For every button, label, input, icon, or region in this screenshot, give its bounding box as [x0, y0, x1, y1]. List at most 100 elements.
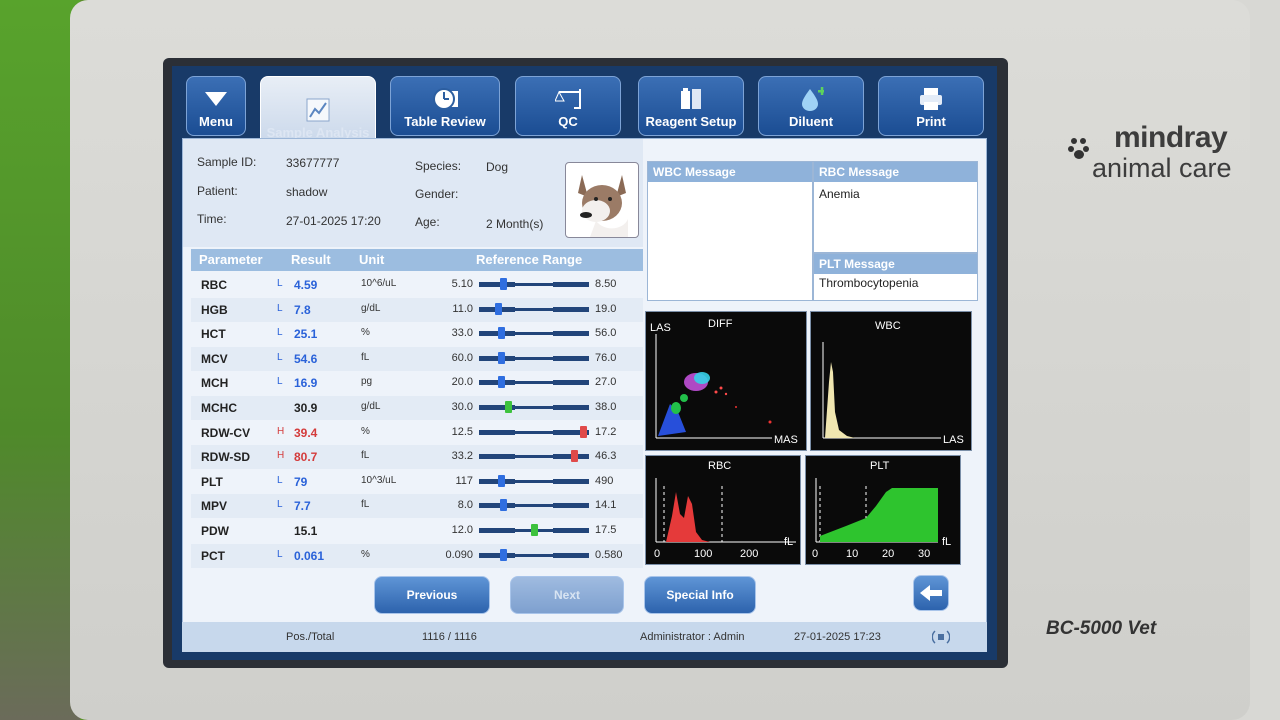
tab-qc[interactable]: QC: [515, 76, 621, 136]
table-row[interactable]: MCV L 54.6 fL 60.0 76.0: [191, 346, 643, 371]
unit: %: [361, 327, 370, 339]
table-row[interactable]: MCHC 30.9 g/dL 30.0 38.0: [191, 396, 643, 420]
age-value: 2 Month(s): [486, 217, 544, 231]
menu-label: Menu: [199, 114, 233, 129]
flag: L: [277, 327, 283, 339]
previous-button[interactable]: Previous: [374, 576, 490, 614]
gender-label: Gender:: [415, 187, 459, 201]
param-name: MCV: [201, 351, 228, 366]
range-low: 20.0: [451, 376, 473, 389]
table-row[interactable]: MPV L 7.7 fL 8.0 14.1: [191, 494, 643, 519]
drop-icon: [798, 87, 824, 111]
range-low: 12.0: [451, 524, 473, 536]
flag: L: [277, 548, 283, 560]
back-button[interactable]: [913, 575, 949, 611]
printer-icon: [918, 88, 944, 110]
range-marker: [505, 401, 512, 413]
unit: fL: [361, 499, 370, 511]
range-high: 38.0: [595, 401, 617, 413]
rbc-message-box: RBC Message Anemia: [813, 161, 978, 253]
rbc-tick-100: 100: [694, 548, 713, 560]
network-icon: [932, 630, 950, 644]
diluent-label: Diluent: [788, 114, 834, 129]
species-label: Species:: [415, 159, 462, 173]
range-high: 19.0: [595, 302, 617, 315]
range-low: 117: [455, 474, 473, 487]
range-low: 5.10: [451, 278, 473, 290]
flag: L: [277, 278, 283, 289]
flag: H: [277, 450, 285, 462]
param-name: RDW-SD: [201, 450, 251, 465]
tab-reagent-setup[interactable]: Reagent Setup: [638, 76, 744, 136]
range-high: 27.0: [595, 376, 617, 389]
table-row[interactable]: RDW-CV H 39.4% 12.5 17.2: [191, 421, 643, 445]
range-marker: [497, 351, 505, 364]
wbc-histogram-plot: [822, 342, 941, 439]
result-value: 79: [294, 474, 308, 489]
table-row[interactable]: HGB L 7.8 g/dL 11.0 19.0: [191, 297, 643, 322]
param-name: MPV: [201, 499, 228, 514]
rbc-tick-0: 0: [654, 548, 661, 560]
tab-print[interactable]: Print: [878, 76, 984, 136]
unit: g/dL: [361, 401, 381, 412]
table-row[interactable]: PDW 15.1 12.0 17.5: [191, 519, 643, 543]
plt-histogram: PLT 0 10 20 30 fL: [805, 455, 961, 565]
dog-icon: [565, 162, 639, 238]
special-info-button[interactable]: Special Info: [644, 576, 756, 614]
background-wall: [0, 0, 80, 720]
brand-name: mindray: [1114, 121, 1228, 154]
tab-table-review[interactable]: Table Review: [390, 76, 500, 136]
result-value: 4.59: [294, 278, 318, 292]
table-row[interactable]: RDW-SD H 80.7 fL 33.2 46.3: [191, 445, 643, 470]
model-name: BC-5000 Vet: [1046, 618, 1157, 639]
param-name: MCH: [201, 376, 229, 391]
param-name: MCHC: [201, 401, 237, 415]
result-value: 7.7: [294, 499, 311, 514]
chart-icon: [305, 98, 331, 122]
range-low: 33.0: [451, 327, 473, 340]
current-user: Administrator : Admin: [640, 631, 745, 643]
range-bar: [479, 278, 589, 290]
range-marker: [499, 499, 507, 512]
range-low: 30.0: [451, 401, 473, 413]
plt-message-title: PLT Message: [814, 254, 977, 274]
table-row[interactable]: MCH L 16.9 pg 20.0 27.0: [191, 371, 643, 395]
range-bar: [479, 524, 589, 536]
range-high: 56.0: [595, 327, 617, 340]
flag: L: [277, 499, 283, 511]
flag: L: [277, 376, 283, 388]
tab-diluent[interactable]: Diluent: [758, 76, 864, 136]
range-marker: [570, 450, 578, 463]
arrow-left-icon: [920, 585, 942, 601]
next-button[interactable]: Next: [510, 576, 624, 614]
result-value: 30.9: [294, 401, 318, 415]
sample-id-label: Sample ID:: [197, 155, 257, 169]
sample-info: Sample ID: 33677777 Patient: shadow Time…: [183, 139, 643, 247]
scale-icon: [555, 88, 581, 110]
unit: g/dL: [361, 302, 381, 314]
range-low: 11.0: [452, 302, 473, 315]
status-bar: Pos./Total 1116 / 1116 Administrator : A…: [182, 622, 987, 652]
wbc-histogram: WBC LAS: [810, 311, 972, 451]
sample-id-value: 33677777: [286, 156, 340, 170]
table-row[interactable]: HCT L 25.1% 33.0 56.0: [191, 322, 643, 346]
plt-message-box: PLT Message Thrombocytopenia: [813, 253, 978, 301]
result-value: 0.061: [294, 548, 325, 563]
range-marker: [497, 376, 505, 389]
tab-sample-analysis[interactable]: Sample Analysis: [260, 76, 376, 146]
range-bar: [479, 327, 589, 340]
status-datetime: 27-01-2025 17:23: [794, 631, 881, 643]
result-value: 54.6: [294, 351, 318, 366]
table-row[interactable]: RBC L 4.59 10^6/uL 5.10 8.50: [191, 273, 643, 297]
flag: L: [277, 474, 283, 486]
brand-logo: mindray animal care: [1068, 122, 1268, 182]
sample-analysis-panel: Sample ID: 33677777 Patient: shadow Time…: [182, 138, 987, 652]
plt-tick-20: 20: [882, 548, 895, 560]
range-high: 17.5: [595, 524, 617, 536]
range-low: 8.0: [457, 499, 473, 512]
table-row[interactable]: PLT L 79 10^3/uL 117 490: [191, 470, 643, 494]
result-value: 15.1: [294, 524, 318, 538]
table-row[interactable]: PCT L 0.061% 0.090 0.580: [191, 543, 643, 568]
menu-button[interactable]: Menu: [186, 76, 246, 136]
range-marker: [494, 302, 502, 315]
